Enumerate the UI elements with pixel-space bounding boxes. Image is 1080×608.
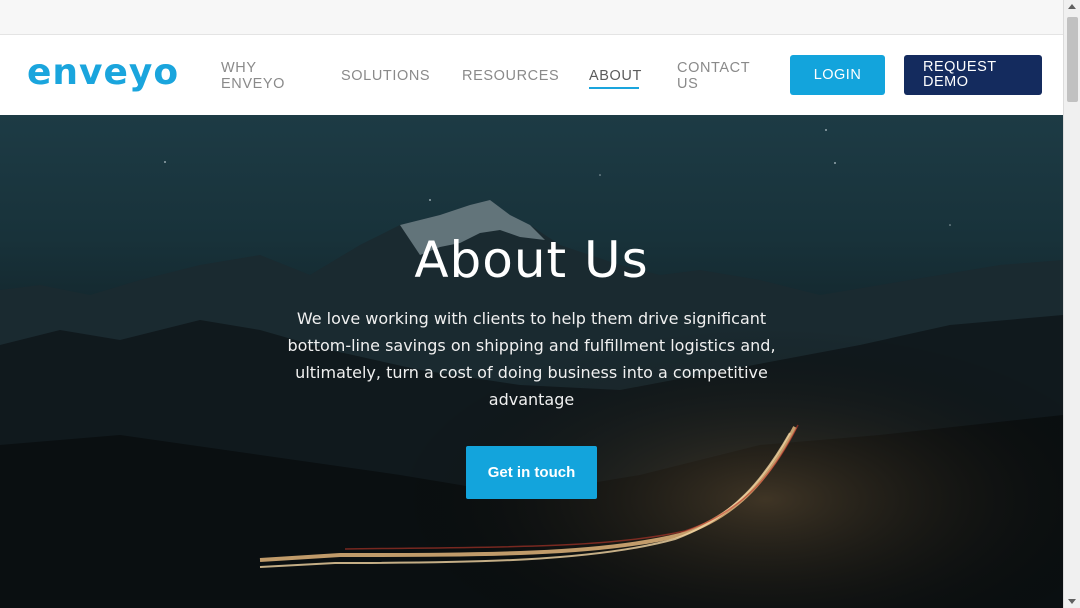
nav-about[interactable]: ABOUT (589, 68, 642, 84)
nav-why-enveyo[interactable]: WHY ENVEYO (221, 60, 301, 92)
site-header: enveyo WHY ENVEYO SOLUTIONS RESOURCES AB… (0, 35, 1063, 115)
page-scrollbar[interactable] (1063, 0, 1080, 608)
browser-top-strip (0, 0, 1063, 35)
scroll-up-arrow-icon[interactable] (1068, 4, 1076, 9)
nav-active-underline (589, 87, 639, 89)
get-in-touch-button[interactable]: Get in touch (466, 446, 597, 499)
request-demo-button[interactable]: REQUEST DEMO (904, 55, 1042, 95)
enveyo-logo[interactable]: enveyo (27, 53, 179, 93)
login-button[interactable]: LOGIN (790, 55, 885, 95)
hero-description: We love working with clients to help the… (287, 309, 776, 409)
hero-section: About Us We love working with clients to… (0, 115, 1063, 608)
nav-resources[interactable]: RESOURCES (462, 68, 559, 84)
scroll-down-arrow-icon[interactable] (1068, 599, 1076, 604)
scrollbar-thumb[interactable] (1067, 17, 1078, 102)
nav-contact-us[interactable]: CONTACT US (677, 60, 757, 92)
nav-solutions[interactable]: SOLUTIONS (341, 68, 430, 84)
page-title: About Us (414, 231, 649, 289)
